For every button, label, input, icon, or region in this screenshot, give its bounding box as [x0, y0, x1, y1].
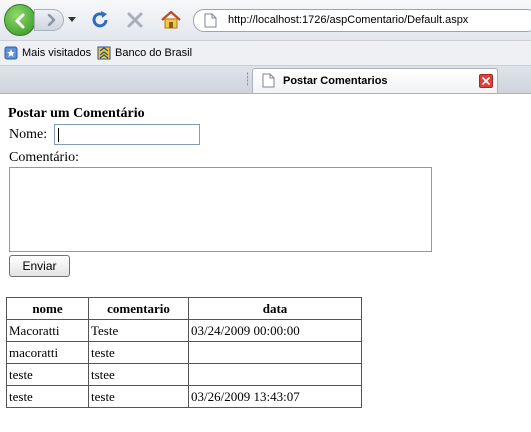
cell-nome: teste: [6, 363, 89, 386]
cell-data: 03/24/2009 00:00:00: [188, 319, 362, 342]
stop-icon[interactable]: [126, 11, 144, 29]
cell-comentario: teste: [88, 385, 189, 408]
page-icon: [204, 13, 217, 28]
cell-nome: Macoratti: [6, 319, 89, 342]
table-row: teste tstee: [6, 363, 362, 386]
bookmark-star-icon: [4, 46, 18, 60]
bookmark-banco-do-brasil[interactable]: Banco do Brasil: [97, 45, 192, 61]
cell-nome: teste: [6, 385, 89, 408]
tab-bar: ┊ Postar Comentarios: [0, 66, 531, 94]
comment-textarea[interactable]: [9, 167, 432, 252]
url-text: http://localhost:1726/aspComentario/Defa…: [228, 14, 469, 26]
send-button[interactable]: Enviar: [9, 255, 70, 277]
column-header-comentario: comentario: [88, 297, 189, 320]
back-arrow-icon: [15, 13, 25, 29]
address-bar[interactable]: http://localhost:1726/aspComentario/Defa…: [193, 9, 531, 32]
page-content: Postar um Comentário Nome: Comentário: E…: [0, 94, 531, 432]
cell-data: [188, 341, 362, 364]
close-tab-button[interactable]: [479, 74, 493, 88]
history-dropdown-icon[interactable]: [68, 17, 76, 22]
reload-icon[interactable]: [90, 10, 110, 30]
forward-arrow-icon: [47, 14, 56, 26]
cell-nome: macoratti: [6, 341, 89, 364]
bookmark-label: Banco do Brasil: [115, 47, 193, 59]
cell-comentario: tstee: [88, 363, 189, 386]
cell-data: 03/26/2009 13:43:07: [188, 385, 362, 408]
tab-scroll-divider: ┊: [244, 72, 252, 86]
back-button[interactable]: [4, 4, 36, 36]
page-icon: [262, 73, 275, 88]
comments-table: nome comentario data Macoratti Teste 03/…: [6, 297, 362, 408]
forward-button[interactable]: [34, 9, 64, 31]
name-input[interactable]: [54, 124, 200, 145]
cell-data: [188, 363, 362, 386]
table-row: Macoratti Teste 03/24/2009 00:00:00: [6, 319, 362, 342]
column-header-nome: nome: [6, 297, 89, 320]
bookmark-mais-visitados[interactable]: Mais visitados: [4, 45, 91, 61]
column-header-data: data: [188, 297, 362, 320]
table-header-row: nome comentario data: [6, 297, 362, 320]
cell-comentario: Teste: [88, 319, 189, 342]
home-icon[interactable]: [160, 9, 182, 31]
cell-comentario: teste: [88, 341, 189, 364]
navigation-toolbar: http://localhost:1726/aspComentario/Defa…: [0, 0, 531, 41]
banco-brasil-icon: [97, 46, 111, 60]
bookmarks-toolbar: Mais visitados Banco do Brasil: [0, 41, 531, 66]
page-title: Postar um Comentário: [8, 106, 145, 121]
text-cursor: [58, 128, 59, 142]
table-row: macoratti teste: [6, 341, 362, 364]
tab-title: Postar Comentarios: [283, 75, 388, 87]
comment-label: Comentário:: [9, 150, 79, 165]
name-label: Nome:: [9, 127, 48, 142]
bookmark-label: Mais visitados: [22, 47, 92, 59]
tab-postar-comentarios[interactable]: Postar Comentarios: [252, 68, 498, 93]
close-icon: [482, 77, 490, 85]
table-row: teste teste 03/26/2009 13:43:07: [6, 385, 362, 408]
